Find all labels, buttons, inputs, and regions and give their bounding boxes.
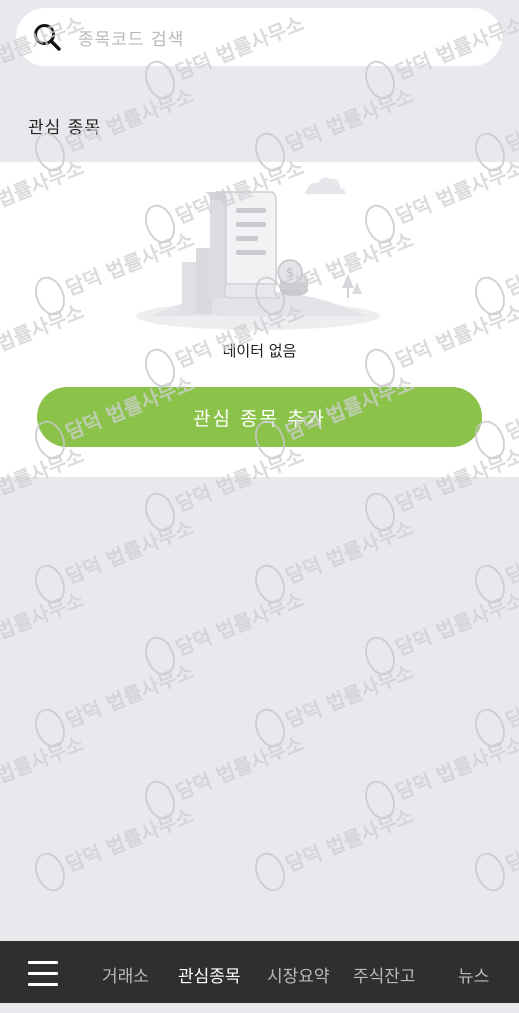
watermark-stamp <box>359 723 519 824</box>
watermark-stamp <box>29 795 201 896</box>
watermark-stamp <box>139 579 311 680</box>
watermark-stamp <box>469 507 519 608</box>
watermark-stamp <box>249 651 421 752</box>
watermark-stamp <box>29 507 201 608</box>
nav-item-exchange[interactable]: 거래소 <box>102 941 149 1003</box>
bottom-nav: 거래소 관심종목 시장요약 주식잔고 뉴스 <box>0 941 519 1003</box>
search-bar[interactable]: 종목코드 검색 <box>16 8 502 66</box>
watermark-stamp <box>0 723 91 824</box>
watermark-stamp <box>139 723 311 824</box>
nav-item-news[interactable]: 뉴스 <box>458 941 489 1003</box>
svg-text:$: $ <box>286 266 294 281</box>
watermark-stamp <box>359 579 519 680</box>
search-icon[interactable] <box>30 20 64 54</box>
watermark-stamp <box>249 795 421 896</box>
nav-item-stock-balance[interactable]: 주식잔고 <box>353 941 416 1003</box>
watermark-stamp <box>249 507 421 608</box>
watermark-overlay: 담덕 법률사무소 <box>0 3 519 896</box>
section-title: 관심 종목 <box>28 118 101 138</box>
add-watchlist-button[interactable]: 관심 종목 추가 <box>37 387 482 447</box>
nav-item-watchlist[interactable]: 관심종목 <box>178 941 241 1003</box>
watermark-stamp <box>29 651 201 752</box>
nav-item-market-summary[interactable]: 시장요약 <box>267 941 330 1003</box>
watermark-stamp <box>469 795 519 896</box>
watermark-stamp <box>469 75 519 176</box>
watchlist-card: $ 데이터 없음 관심 종목 추가 <box>0 162 519 477</box>
empty-state-illustration: $ <box>136 177 380 330</box>
watermark-stamp <box>469 651 519 752</box>
watermark-stamp <box>249 75 421 176</box>
search-input[interactable]: 종목코드 검색 <box>78 25 184 50</box>
empty-state-text: 데이터 없음 <box>222 342 297 360</box>
hamburger-menu-icon[interactable] <box>28 961 58 987</box>
watermark-stamp <box>0 579 91 680</box>
